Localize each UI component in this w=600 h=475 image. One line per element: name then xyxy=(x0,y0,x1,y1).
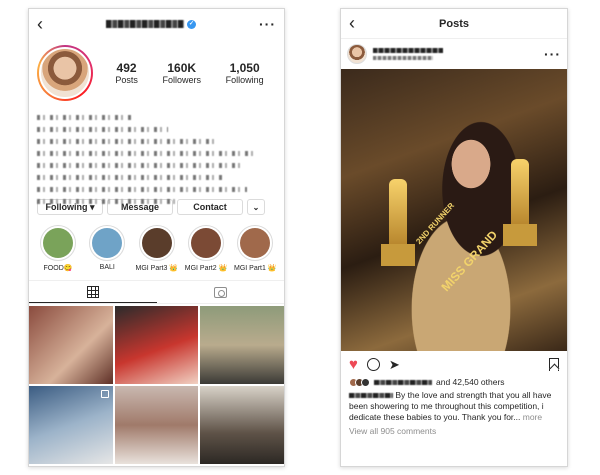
post-author-avatar[interactable] xyxy=(347,44,367,64)
post-action-bar: ♥ ➤ xyxy=(341,351,567,377)
profile-username: ✓ xyxy=(106,19,196,29)
tagged-photos-icon xyxy=(213,286,227,298)
caption-author-redacted xyxy=(349,393,393,399)
suggested-dropdown-button[interactable]: ⌄ xyxy=(247,199,265,215)
grid-photo[interactable] xyxy=(114,386,199,464)
grid-photo[interactable] xyxy=(200,306,284,384)
post-author-redacted[interactable] xyxy=(373,48,544,60)
profile-bio-redacted xyxy=(29,105,284,204)
following-count-value: 1,050 xyxy=(229,61,260,75)
highlight-mgi-part3[interactable]: MGI Part3 👑 xyxy=(136,225,178,272)
trophy-right xyxy=(511,159,529,229)
sash-text: MISS GRAND xyxy=(438,227,501,295)
post-header: ··· xyxy=(341,39,567,69)
highlight-mgi-part1[interactable]: MGI Part1 👑 xyxy=(234,225,277,272)
following-count-label: Following xyxy=(225,75,264,85)
post-options-icon[interactable]: ··· xyxy=(544,46,561,62)
likes-count: and 42,540 others xyxy=(436,377,505,387)
photo-grid xyxy=(29,304,284,464)
caption-more-link[interactable]: more xyxy=(523,412,542,422)
post-screen: ‹ Posts ··· 2ND RUNNER MISS GRAND ♥ ➤ an… xyxy=(340,8,568,467)
profile-avatar[interactable] xyxy=(37,45,93,101)
trophy-right-base xyxy=(503,224,537,246)
trophy-left xyxy=(389,179,407,249)
profile-tabs xyxy=(29,280,284,304)
post-image[interactable]: 2ND RUNNER MISS GRAND xyxy=(341,69,567,351)
highlight-label: FOOD😋 xyxy=(43,265,73,272)
view-comments-link[interactable]: View all 905 comments xyxy=(341,423,567,439)
tab-tagged[interactable] xyxy=(157,281,285,303)
likes-row[interactable]: and 42,540 others xyxy=(341,377,567,387)
trophy-left-base xyxy=(381,244,415,266)
liker-name-redacted xyxy=(374,379,432,385)
highlight-food[interactable]: FOOD😋 xyxy=(37,225,79,272)
followers-count-label: Followers xyxy=(162,75,201,85)
following-count[interactable]: 1,050 Following xyxy=(226,61,264,85)
share-icon[interactable]: ➤ xyxy=(389,358,400,371)
post-top-bar: ‹ Posts xyxy=(341,9,567,39)
profile-header: 492 Posts 160K Followers 1,050 Following xyxy=(29,39,284,105)
profile-screen: ‹ ✓ ··· 492 Posts 160K Followers 1,050 F… xyxy=(28,8,285,467)
posts-count-label: Posts xyxy=(115,75,138,85)
profile-top-bar: ‹ ✓ ··· xyxy=(29,9,284,39)
verified-badge-icon: ✓ xyxy=(187,19,196,29)
sash-subtext: 2ND RUNNER xyxy=(414,200,457,247)
grid-icon xyxy=(86,285,99,298)
highlight-label: MGI Part3 👑 xyxy=(135,265,179,272)
followers-count-value: 160K xyxy=(167,61,197,75)
story-highlights: FOOD😋 BALI MGI Part3 👑 MGI Part2 👑 MGI P… xyxy=(29,215,284,272)
grid-photo[interactable] xyxy=(29,386,113,464)
profile-stats: 492 Posts 160K Followers 1,050 Following xyxy=(93,61,276,85)
like-heart-icon[interactable]: ♥ xyxy=(349,357,358,372)
multi-photo-icon xyxy=(100,390,109,398)
grid-photo[interactable] xyxy=(29,306,113,384)
more-options-icon[interactable]: ··· xyxy=(259,16,276,32)
highlight-label: BALI xyxy=(99,264,115,271)
comment-icon[interactable] xyxy=(366,357,380,371)
username-redacted xyxy=(106,20,184,28)
highlight-bali[interactable]: BALI xyxy=(86,225,128,272)
highlight-label: MGI Part1 👑 xyxy=(234,265,277,272)
back-arrow-icon[interactable]: ‹ xyxy=(37,15,43,33)
post-screen-title: Posts xyxy=(439,17,469,30)
highlight-mgi-part2[interactable]: MGI Part2 👑 xyxy=(185,225,227,272)
highlight-label: MGI Part2 👑 xyxy=(184,265,228,272)
grid-photo[interactable] xyxy=(200,386,284,464)
liker-avatars xyxy=(349,377,370,387)
post-caption: By the love and strength that you all ha… xyxy=(341,387,567,423)
followers-count[interactable]: 160K Followers xyxy=(162,61,201,85)
grid-photo[interactable] xyxy=(114,306,199,384)
bookmark-icon[interactable] xyxy=(549,357,559,371)
posts-count-value: 492 xyxy=(116,61,137,75)
tab-grid[interactable] xyxy=(29,281,157,303)
posts-count[interactable]: 492 Posts xyxy=(115,61,138,85)
contact-button[interactable]: Contact xyxy=(177,199,243,215)
back-arrow-icon[interactable]: ‹ xyxy=(349,13,355,34)
